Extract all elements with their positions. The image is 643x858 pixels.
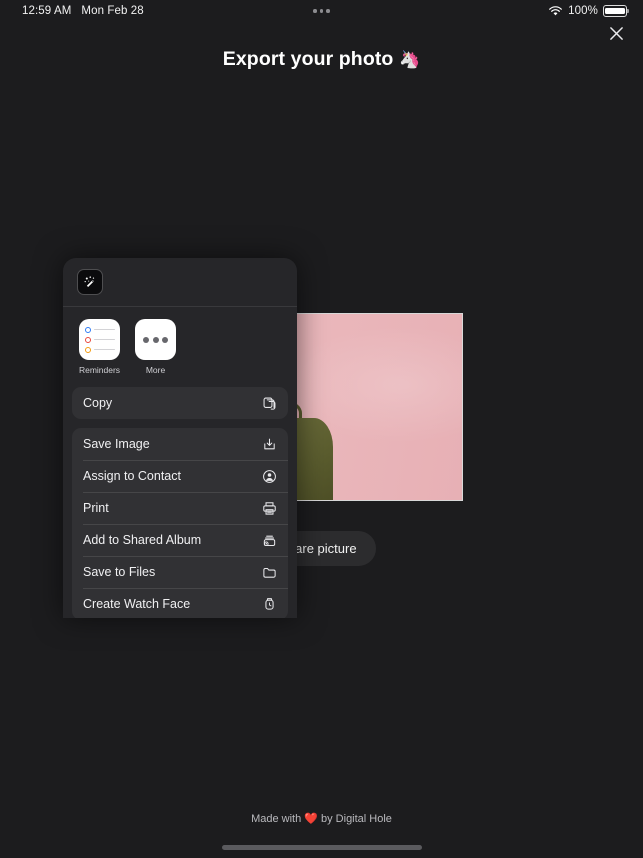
save-download-icon: [264, 438, 275, 449]
printer-icon: [263, 501, 276, 515]
share-target-label: Reminders: [78, 365, 121, 375]
unicorn-emoji: 🦄: [398, 50, 421, 69]
action-label: Save to Files: [83, 565, 156, 579]
close-button[interactable]: [601, 18, 631, 48]
close-icon: [609, 26, 623, 40]
action-label: Create Watch Face: [83, 597, 191, 611]
action-row-assign-to-contact[interactable]: Assign to Contact: [72, 460, 288, 492]
action-label: Copy: [83, 396, 113, 410]
share-target-label: More: [145, 365, 166, 375]
action-label: Print: [83, 501, 109, 515]
magic-wand-icon: [84, 276, 95, 287]
copy-icon: [263, 397, 276, 410]
more-dots-icon: [135, 319, 176, 360]
footer-credit: Made with ❤️ by Digital Hole: [0, 812, 643, 825]
battery-percent-label: 100%: [568, 5, 598, 17]
action-row-print[interactable]: Print: [72, 492, 288, 524]
battery-full-icon: [603, 5, 630, 17]
home-indicator[interactable]: [221, 845, 422, 850]
share-sheet-header: [63, 258, 297, 307]
status-bar-center: [0, 9, 643, 13]
action-group-copy: Copy: [72, 387, 288, 419]
three-dots-indicator-icon: [313, 9, 330, 13]
action-row-save-image[interactable]: Save Image: [72, 428, 288, 460]
status-bar: 12:59 AM Mon Feb 28 100%: [0, 0, 643, 22]
page-title-text: Export your photo: [222, 48, 394, 70]
watch-face-icon: [265, 597, 274, 610]
shared-album-icon: [263, 535, 276, 546]
share-targets: Reminders More: [63, 307, 297, 381]
footer-text: Made with ❤️ by Digital Hole: [251, 813, 392, 825]
action-group-main: Save Image Assign to Contact Print Add t…: [72, 428, 288, 618]
share-sheet: Reminders More Copy Save Image Assign to…: [63, 258, 297, 618]
folder-icon: [263, 567, 276, 578]
share-target-more[interactable]: More: [135, 319, 176, 375]
wifi-icon: [548, 5, 563, 17]
action-label: Save Image: [83, 437, 150, 451]
page-title: Export your photo 🦄: [0, 48, 643, 71]
app-icon: [77, 269, 103, 295]
share-sheet-actions: Copy Save Image Assign to Contact Print …: [63, 381, 297, 618]
action-row-copy[interactable]: Copy: [72, 387, 288, 419]
share-target-reminders[interactable]: Reminders: [79, 319, 120, 375]
action-label: Add to Shared Album: [83, 533, 202, 547]
action-row-create-watch-face[interactable]: Create Watch Face: [72, 588, 288, 618]
person-circle-icon: [263, 469, 276, 483]
action-label: Assign to Contact: [83, 469, 181, 483]
action-row-save-to-files[interactable]: Save to Files: [72, 556, 288, 588]
status-bar-right: 100%: [548, 5, 630, 17]
action-row-add-to-shared-album[interactable]: Add to Shared Album: [72, 524, 288, 556]
app-screen: 12:59 AM Mon Feb 28 100% Export your pho…: [0, 0, 643, 858]
reminders-app-icon: [79, 319, 120, 360]
